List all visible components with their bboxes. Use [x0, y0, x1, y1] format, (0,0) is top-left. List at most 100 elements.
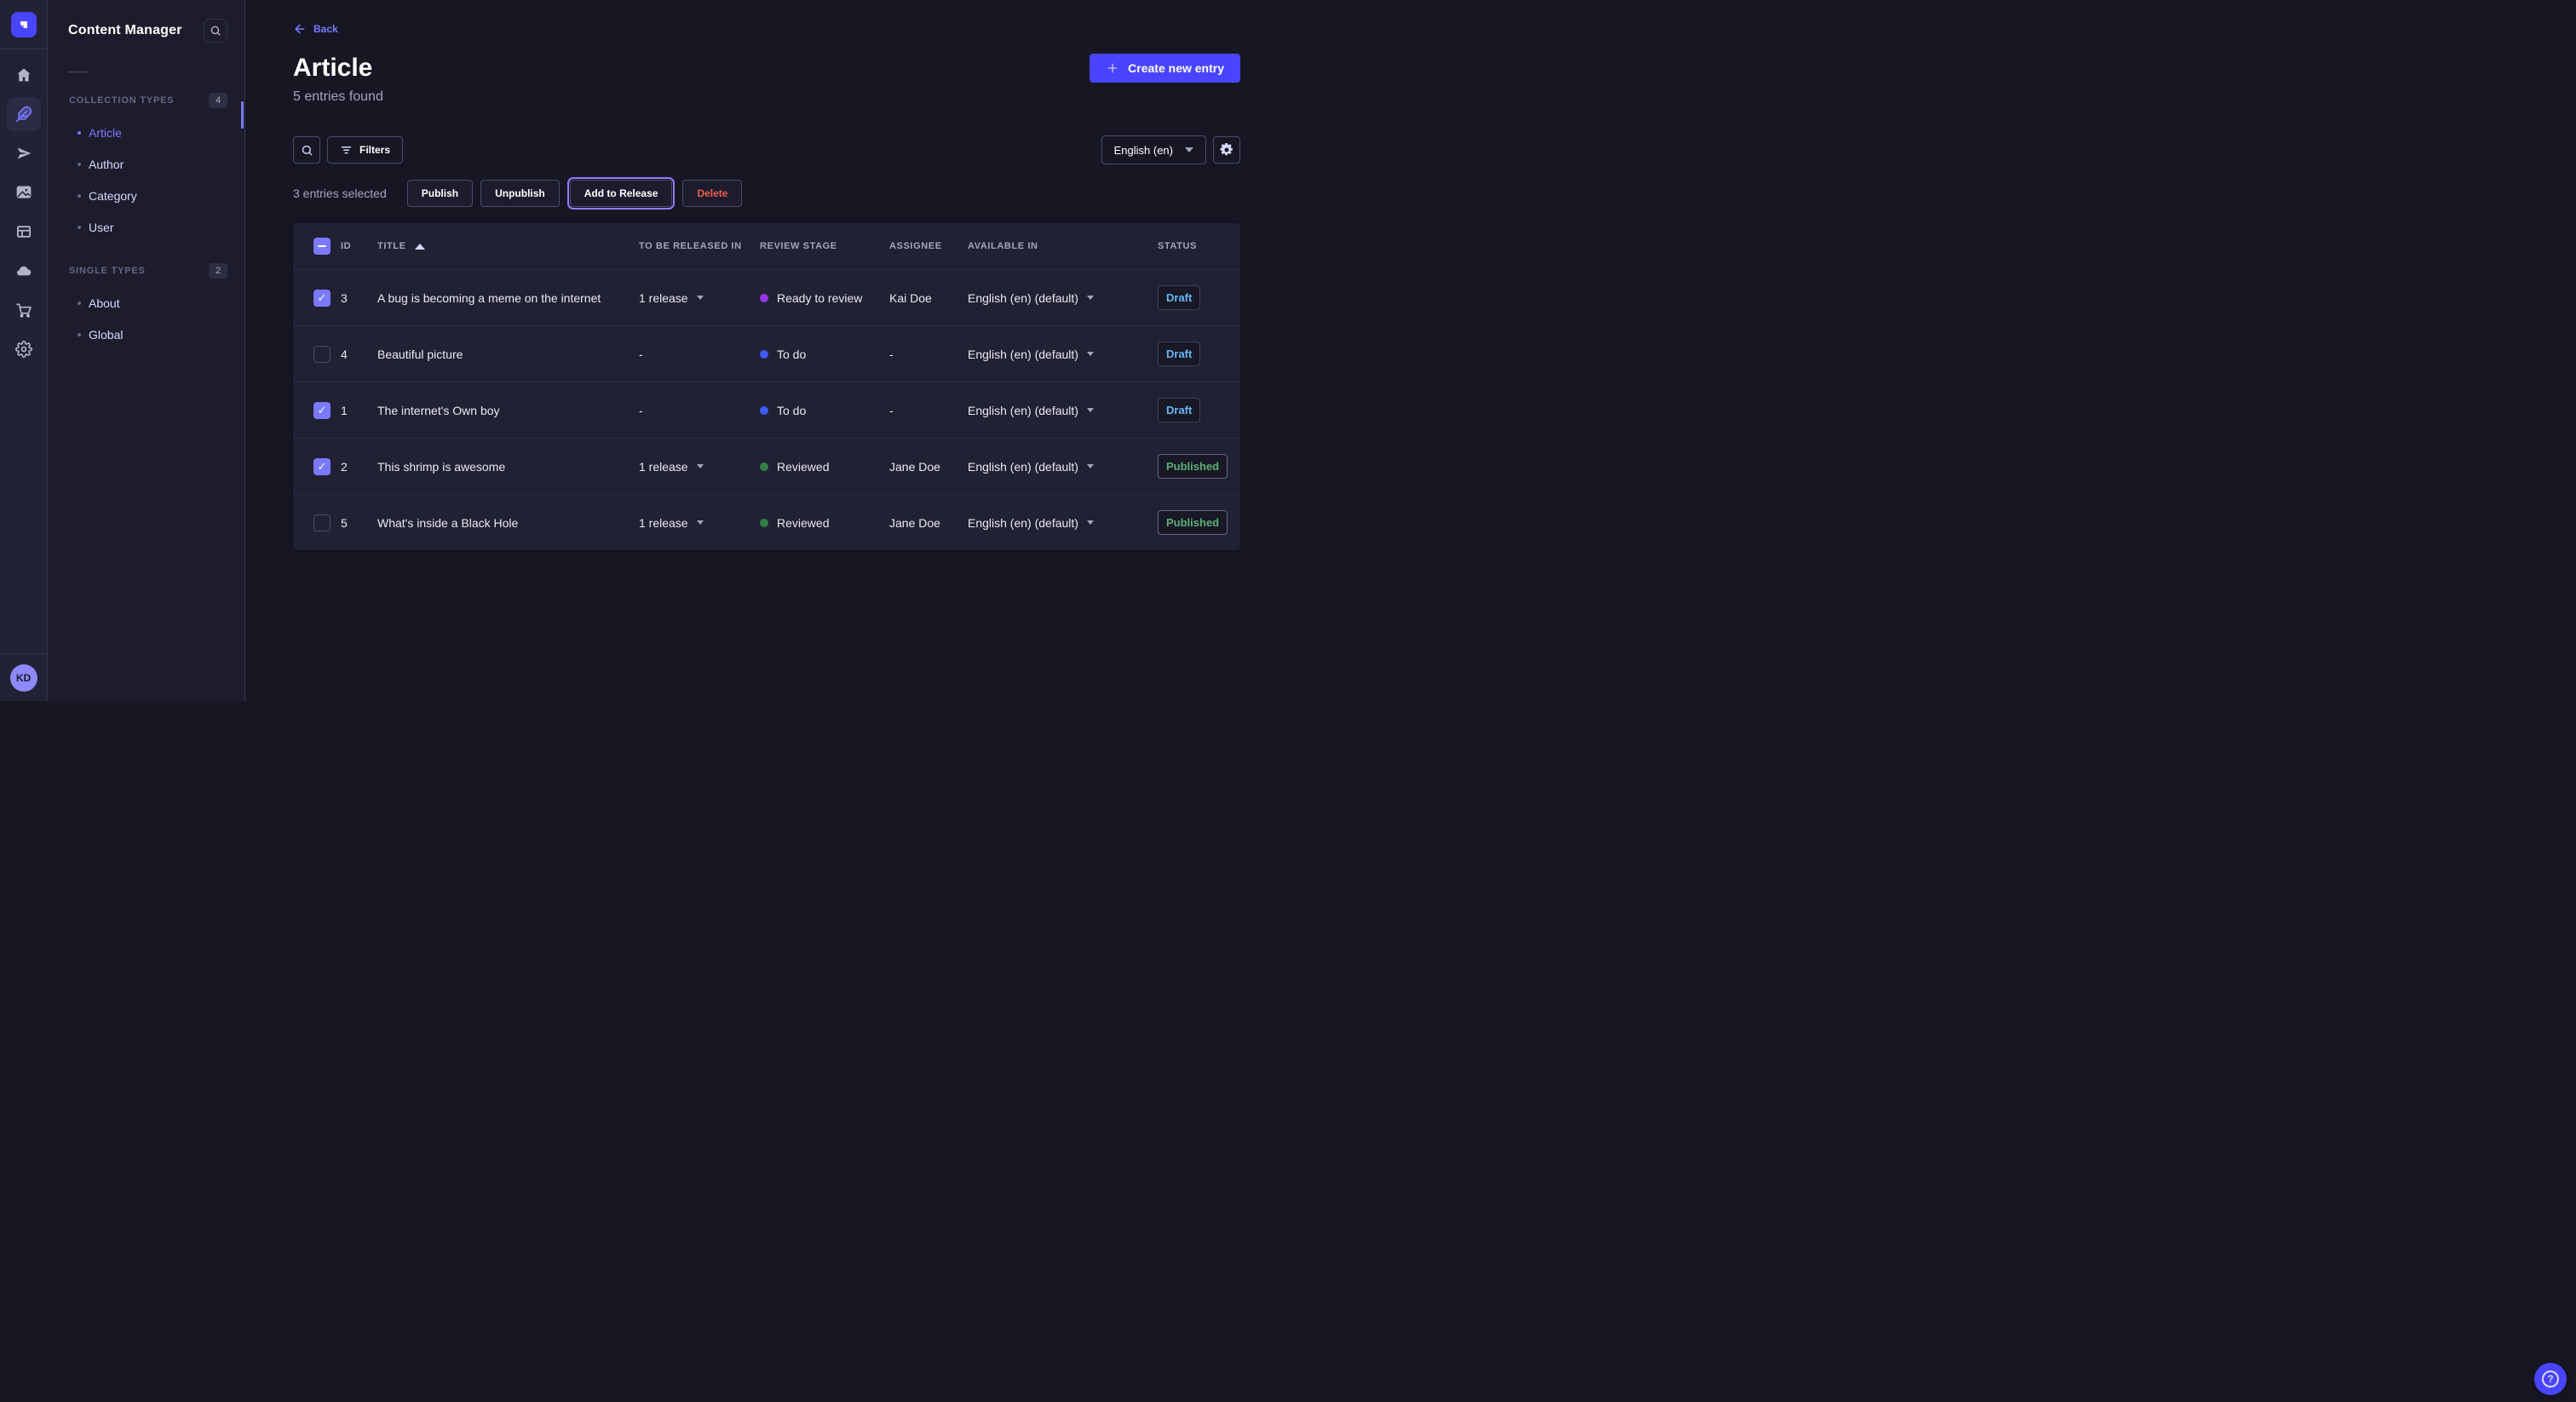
cell-available-in[interactable]: English (en) (default) — [968, 291, 1158, 305]
stage-dot-icon — [760, 350, 768, 359]
cell-assignee: Jane Doe — [889, 516, 968, 530]
cell-released-in: - — [639, 404, 760, 417]
chevron-down-icon — [1087, 464, 1094, 468]
stage-label: To do — [777, 404, 806, 417]
paper-plane-icon[interactable] — [7, 136, 41, 170]
cell-released-in[interactable]: 1 release — [639, 460, 760, 474]
sidebar-item-about[interactable]: About — [48, 287, 244, 319]
cell-available-in[interactable]: English (en) (default) — [968, 348, 1158, 361]
bullet-icon — [78, 302, 81, 305]
cell-released-in[interactable]: 1 release — [639, 291, 760, 305]
cell-available-in[interactable]: English (en) (default) — [968, 516, 1158, 530]
plus-icon — [1106, 61, 1119, 75]
strapi-logo[interactable] — [11, 12, 37, 37]
sidebar-scrollbar-thumb[interactable] — [241, 101, 244, 129]
bullet-icon — [78, 194, 81, 198]
unpublish-button[interactable]: Unpublish — [480, 180, 560, 207]
table-row[interactable]: ✓ 1 The internet's Own boy - To do - Eng… — [293, 382, 1240, 438]
sidebar-item-category[interactable]: Category — [48, 180, 244, 211]
release-count: - — [639, 348, 643, 361]
sidebar-item-author[interactable]: Author — [48, 148, 244, 180]
cell-review-stage: To do — [760, 404, 889, 417]
user-avatar[interactable]: KD — [10, 664, 37, 692]
select-all-checkbox[interactable] — [313, 238, 331, 255]
column-header-assignee[interactable]: ASSIGNEE — [889, 241, 968, 251]
chevron-down-icon — [1087, 520, 1094, 525]
stage-dot-icon — [760, 519, 768, 527]
cell-id: 4 — [341, 348, 377, 361]
locale-value: English (en) (default) — [968, 291, 1078, 305]
row-checkbox[interactable] — [313, 346, 331, 363]
locale-select[interactable]: English (en) — [1101, 135, 1206, 164]
collection-types-count: 4 — [209, 93, 227, 108]
content-manager-feather-icon[interactable] — [7, 97, 41, 131]
logo-area — [0, 0, 47, 49]
table-row[interactable]: ✓ 2 This shrimp is awesome 1 release Rev… — [293, 438, 1240, 494]
publish-button[interactable]: Publish — [407, 180, 473, 207]
stage-dot-icon — [760, 463, 768, 471]
locale-value: English (en) (default) — [968, 516, 1078, 530]
sidebar-item-label: Category — [89, 189, 137, 203]
row-checkbox[interactable] — [313, 514, 331, 531]
gear-icon[interactable] — [7, 332, 41, 366]
status-badge: Published — [1158, 510, 1228, 535]
sidebar-item-label: User — [89, 221, 114, 234]
filters-button[interactable]: Filters — [327, 136, 403, 164]
cloud-icon[interactable] — [7, 254, 41, 288]
column-header-id[interactable]: ID — [341, 241, 377, 251]
cell-available-in[interactable]: English (en) (default) — [968, 404, 1158, 417]
selection-count-text: 3 entries selected — [293, 187, 387, 200]
cell-assignee: - — [889, 404, 968, 417]
cell-available-in[interactable]: English (en) (default) — [968, 460, 1158, 474]
sidebar-title: Content Manager — [68, 23, 182, 38]
gear-icon — [1220, 143, 1233, 157]
entries-count-subtitle: 5 entries found — [293, 89, 1240, 105]
cell-assignee: - — [889, 348, 968, 361]
sidebar-item-user[interactable]: User — [48, 211, 244, 243]
strapi-logo-glyph — [17, 18, 31, 32]
bullet-icon — [78, 333, 81, 336]
cell-id: 3 — [341, 291, 377, 305]
single-types-section: SINGLE TYPES 2 About Global — [48, 263, 244, 350]
media-images-icon[interactable] — [7, 175, 41, 210]
sidebar-item-global[interactable]: Global — [48, 319, 244, 350]
sidebar-search-button[interactable] — [204, 19, 227, 43]
chevron-down-icon — [1087, 408, 1094, 412]
row-checkbox[interactable]: ✓ — [313, 290, 331, 307]
cell-released-in[interactable]: 1 release — [639, 516, 760, 530]
table-row[interactable]: 5 What's inside a Black Hole 1 release R… — [293, 494, 1240, 550]
column-header-review-stage[interactable]: REVIEW STAGE — [760, 241, 889, 251]
cell-id: 2 — [341, 460, 377, 474]
sort-ascending-icon — [415, 244, 425, 250]
sidebar-item-article[interactable]: Article — [48, 117, 244, 148]
cell-title: What's inside a Black Hole — [377, 516, 639, 530]
column-header-status[interactable]: STATUS — [1158, 241, 1240, 251]
chevron-down-icon — [1185, 147, 1193, 152]
main-nav-rail: KD — [0, 0, 48, 701]
filter-icon — [340, 144, 353, 157]
delete-button[interactable]: Delete — [682, 180, 742, 207]
release-count: - — [639, 404, 643, 417]
cell-id: 1 — [341, 404, 377, 417]
locale-value: English (en) (default) — [968, 348, 1078, 361]
cell-title: Beautiful picture — [377, 348, 639, 361]
back-link[interactable]: Back — [293, 22, 338, 36]
table-row[interactable]: 4 Beautiful picture - To do - English (e… — [293, 325, 1240, 382]
home-icon[interactable] — [7, 58, 41, 92]
locale-value: English (en) (default) — [968, 460, 1078, 474]
help-button[interactable]: ? — [2534, 1363, 2567, 1395]
column-header-to-be-released-in[interactable]: TO BE RELEASED IN — [639, 241, 760, 251]
column-header-title[interactable]: TITLE — [377, 241, 639, 251]
column-header-available-in[interactable]: AVAILABLE IN — [968, 241, 1158, 251]
create-new-entry-button[interactable]: Create new entry — [1090, 54, 1240, 83]
add-to-release-button[interactable]: Add to Release — [570, 180, 673, 207]
layout-builder-icon[interactable] — [7, 215, 41, 249]
row-checkbox[interactable]: ✓ — [313, 402, 331, 419]
table-row[interactable]: ✓ 3 A bug is becoming a meme on the inte… — [293, 269, 1240, 325]
stage-label: Ready to review — [777, 291, 862, 305]
status-badge: Draft — [1158, 398, 1200, 422]
cart-icon[interactable] — [7, 293, 41, 327]
table-search-button[interactable] — [293, 136, 320, 164]
view-settings-button[interactable] — [1213, 136, 1240, 164]
row-checkbox[interactable]: ✓ — [313, 458, 331, 475]
